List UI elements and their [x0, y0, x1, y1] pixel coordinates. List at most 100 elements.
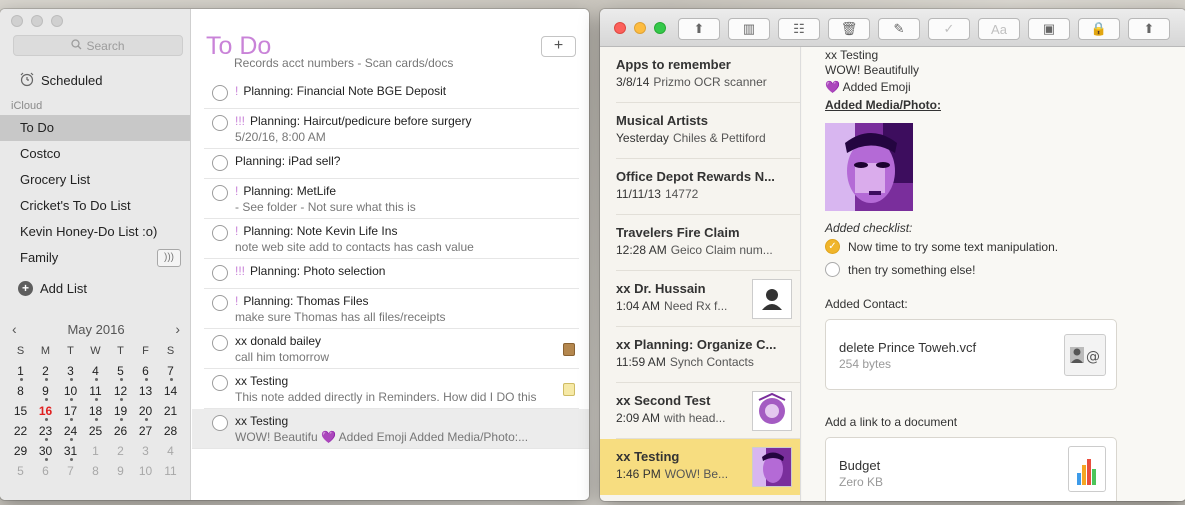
calendar-day[interactable]: 22: [8, 422, 33, 442]
grid-button[interactable]: ☷: [778, 18, 820, 40]
calendar-day[interactable]: 16: [33, 402, 58, 422]
completion-checkbox[interactable]: [212, 295, 228, 311]
calendar-day[interactable]: 1: [8, 362, 33, 382]
calendar-day[interactable]: 30: [33, 442, 58, 462]
completion-checkbox[interactable]: [212, 415, 228, 431]
contact-card-icon[interactable]: [563, 343, 575, 356]
note-list-item[interactable]: xx Dr. Hussain 1:04 AM Need Rx f...: [616, 271, 800, 327]
contact-attachment[interactable]: delete Prince Toweh.vcf 254 bytes @: [825, 319, 1117, 390]
sidebar-list-item[interactable]: Family))): [0, 245, 190, 271]
reminder-item[interactable]: xx donald bailey call him tomorrow: [204, 329, 579, 369]
calendar-day[interactable]: 27: [133, 422, 158, 442]
trash-button[interactable]: 🗑: [828, 18, 870, 40]
completion-checkbox[interactable]: [212, 375, 228, 391]
note-list-item[interactable]: Travelers Fire Claim 12:28 AM Geico Claim …: [616, 215, 800, 271]
calendar-day[interactable]: 31: [58, 442, 83, 462]
close-button[interactable]: [614, 22, 626, 34]
completion-checkbox[interactable]: [212, 265, 228, 281]
font-button[interactable]: Aa: [978, 18, 1020, 40]
share-button[interactable]: ⬆: [1128, 18, 1170, 40]
completion-checkbox[interactable]: [212, 335, 228, 351]
calendar-day[interactable]: 4: [83, 362, 108, 382]
checked-circle-icon[interactable]: ✓: [825, 239, 840, 254]
document-attachment[interactable]: Budget Zero KB: [825, 437, 1117, 501]
completion-checkbox[interactable]: [212, 185, 228, 201]
add-list-button[interactable]: + Add List: [18, 281, 87, 296]
completion-checkbox[interactable]: [212, 155, 228, 171]
reminder-item[interactable]: xx Testing This note added directly in Re…: [204, 369, 579, 409]
note-list-item[interactable]: Office Depot Rewards N... 11/11/13 14772: [616, 159, 800, 215]
note-list-item[interactable]: xx Planning: Organize C... 11:59 AM Synch …: [616, 327, 800, 383]
checklist-item[interactable]: ✓ Now time to try some text manipulation.: [825, 239, 1058, 254]
reminder-item[interactable]: ! Planning: Note Kevin Life Ins note web s…: [204, 219, 579, 259]
calendar-day[interactable]: 10: [133, 462, 158, 482]
reminder-item[interactable]: ! Planning: MetLife - See folder - Not sur…: [204, 179, 579, 219]
calendar-day[interactable]: 6: [133, 362, 158, 382]
calendar-day[interactable]: 20: [133, 402, 158, 422]
calendar-day[interactable]: 3: [133, 442, 158, 462]
zoom-button[interactable]: [51, 15, 63, 27]
checklist-item[interactable]: then try something else!: [825, 262, 975, 277]
calendar-day[interactable]: 13: [133, 382, 158, 402]
sidebar-list-item[interactable]: To Do: [0, 115, 190, 141]
note-icon[interactable]: [563, 383, 575, 396]
reminder-item[interactable]: ! Planning: Thomas Files make sure Thomas …: [204, 289, 579, 329]
calendar-day[interactable]: 15: [8, 402, 33, 422]
lock-button[interactable]: 🔒: [1078, 18, 1120, 40]
note-list-item[interactable]: xx Second Test 2:09 AM with head...: [616, 383, 800, 439]
sidebar-list-item[interactable]: Cricket's To Do List: [0, 193, 190, 219]
completion-checkbox[interactable]: [212, 225, 228, 241]
empty-circle-icon[interactable]: [825, 262, 840, 277]
calendar-day[interactable]: 12: [108, 382, 133, 402]
calendar-day[interactable]: 11: [83, 382, 108, 402]
calendar-day[interactable]: 21: [158, 402, 183, 422]
calendar-day[interactable]: 14: [158, 382, 183, 402]
sidebar-list-item[interactable]: Kevin Honey-Do List :o): [0, 219, 190, 245]
attachments-button[interactable]: ▣: [1028, 18, 1070, 40]
calendar-day[interactable]: 3: [58, 362, 83, 382]
calendar-day[interactable]: 26: [108, 422, 133, 442]
add-reminder-button[interactable]: +: [541, 36, 576, 57]
calendar-day[interactable]: 25: [83, 422, 108, 442]
scheduled-list[interactable]: Scheduled: [19, 71, 102, 90]
calendar-day[interactable]: 17: [58, 402, 83, 422]
calendar-day[interactable]: 11: [158, 462, 183, 482]
reminder-item[interactable]: !!! Planning: Haircut/pedicure before sur…: [204, 109, 579, 149]
calendar-day[interactable]: 8: [83, 462, 108, 482]
note-list-item[interactable]: Apps to remember 3/8/14 Prizmo OCR scanner: [616, 47, 800, 103]
calendar-day[interactable]: 7: [158, 362, 183, 382]
calendar-day[interactable]: 23: [33, 422, 58, 442]
chevron-right-icon[interactable]: ›: [175, 321, 180, 337]
calendar-day[interactable]: 10: [58, 382, 83, 402]
calendar-day[interactable]: 5: [8, 462, 33, 482]
calendar-day[interactable]: 1: [83, 442, 108, 462]
note-list-item[interactable]: xx Testing 1:46 PM WOW! Be...: [600, 439, 800, 495]
calendar-day[interactable]: 28: [158, 422, 183, 442]
calendar-day[interactable]: 5: [108, 362, 133, 382]
reminder-item[interactable]: xx Testing WOW! Beautifu 💜 Added Emoji Ad…: [192, 409, 589, 449]
share-button[interactable]: ⬆: [678, 18, 720, 40]
completion-checkbox[interactable]: [212, 85, 228, 101]
sidebar-list-item[interactable]: Grocery List: [0, 167, 190, 193]
search-input[interactable]: Search: [13, 35, 183, 56]
minimize-button[interactable]: [634, 22, 646, 34]
zoom-button[interactable]: [654, 22, 666, 34]
shared-broadcast-icon[interactable]: ))): [157, 249, 181, 267]
portrait-photo[interactable]: [825, 123, 913, 211]
reminder-item[interactable]: ! Planning: Financial Note BGE Deposit: [204, 79, 579, 109]
note-list-item[interactable]: Musical Artists Yesterday Chiles & Pettifo…: [616, 103, 800, 159]
calendar-day[interactable]: 18: [83, 402, 108, 422]
reminder-item[interactable]: !!! Planning: Photo selection: [204, 259, 579, 289]
sidebar-list-item[interactable]: Costco: [0, 141, 190, 167]
completion-checkbox[interactable]: [212, 115, 228, 131]
calendar-day[interactable]: 2: [108, 442, 133, 462]
calendar-day[interactable]: 2: [33, 362, 58, 382]
calendar-day[interactable]: 7: [58, 462, 83, 482]
calendar-day[interactable]: 6: [33, 462, 58, 482]
calendar-day[interactable]: 9: [33, 382, 58, 402]
chevron-left-icon[interactable]: ‹: [12, 321, 17, 337]
minimize-button[interactable]: [31, 15, 43, 27]
calendar-day[interactable]: 19: [108, 402, 133, 422]
compose-button[interactable]: ✎: [878, 18, 920, 40]
calendar-day[interactable]: 4: [158, 442, 183, 462]
